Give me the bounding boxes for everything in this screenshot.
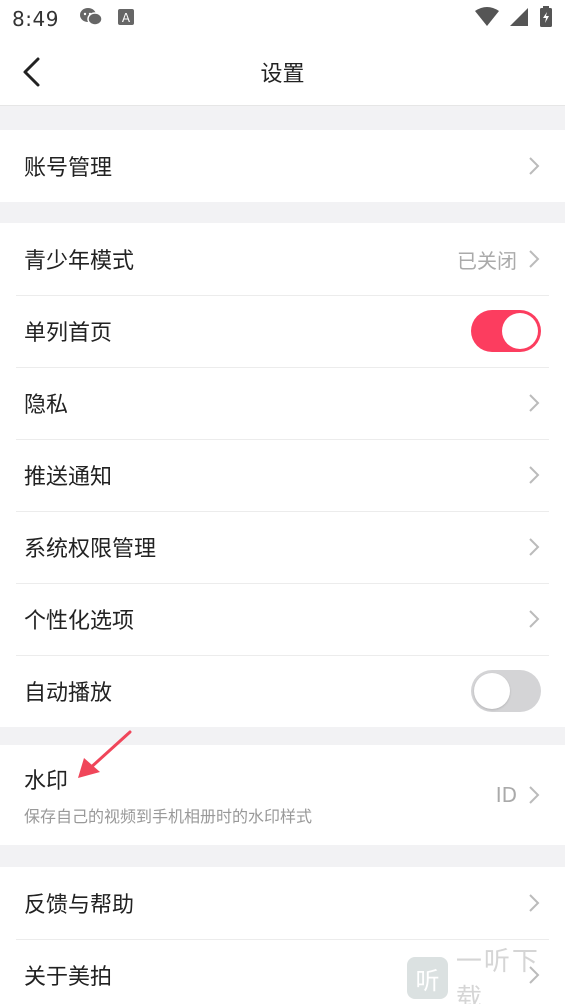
back-button[interactable] bbox=[16, 56, 48, 88]
row-label: 关于美拍 bbox=[24, 965, 113, 990]
row-label: 自动播放 bbox=[24, 681, 113, 706]
autoplay-row: 自动播放 bbox=[0, 655, 565, 727]
watermark-group: 水印 保存自己的视频到手机相册时的水印样式 ID bbox=[0, 745, 565, 845]
autoplay-toggle[interactable] bbox=[471, 670, 541, 712]
page-title: 设置 bbox=[260, 61, 305, 87]
row-label: 推送通知 bbox=[24, 465, 113, 490]
svg-text:A: A bbox=[122, 11, 131, 25]
watermark-text: 一听下载 bbox=[455, 947, 540, 1004]
chevron-right-icon bbox=[529, 466, 540, 484]
row-label: 反馈与帮助 bbox=[24, 893, 135, 918]
single-column-home-row: 单列首页 bbox=[0, 295, 565, 367]
personalization-row[interactable]: 个性化选项 bbox=[0, 583, 565, 655]
chevron-right-icon bbox=[529, 894, 540, 912]
watermark-row[interactable]: 水印 保存自己的视频到手机相册时的水印样式 ID bbox=[0, 745, 565, 845]
watermark-style-value: ID bbox=[495, 783, 517, 807]
status-icons-left: A bbox=[79, 7, 135, 31]
chevron-right-icon bbox=[529, 157, 540, 175]
chevron-right-icon bbox=[529, 610, 540, 628]
account-management-row[interactable]: 账号管理 bbox=[0, 130, 565, 202]
watermark-logo: 听 bbox=[407, 957, 448, 999]
chevron-right-icon bbox=[529, 394, 540, 412]
chevron-right-icon bbox=[529, 786, 540, 804]
cell-signal-icon bbox=[509, 7, 529, 31]
wechat-icon bbox=[79, 7, 103, 31]
teen-mode-status: 已关闭 bbox=[457, 248, 517, 273]
row-label: 隐私 bbox=[24, 393, 69, 418]
toggle-knob bbox=[502, 313, 538, 349]
teen-mode-row[interactable]: 青少年模式 已关闭 bbox=[0, 223, 565, 295]
chevron-right-icon bbox=[529, 538, 540, 556]
feedback-help-row[interactable]: 反馈与帮助 bbox=[0, 867, 565, 939]
watermark-description: 保存自己的视频到手机相册时的水印样式 bbox=[24, 807, 313, 826]
system-permissions-row[interactable]: 系统权限管理 bbox=[0, 511, 565, 583]
app-a-icon: A bbox=[117, 8, 135, 30]
wifi-icon bbox=[475, 7, 499, 31]
row-label: 个性化选项 bbox=[24, 609, 135, 634]
nav-bar: 设置 bbox=[0, 38, 565, 106]
status-time: 8:49 bbox=[12, 7, 59, 31]
single-column-toggle[interactable] bbox=[471, 310, 541, 352]
site-watermark: 听 一听下载 bbox=[403, 947, 565, 1004]
status-icons-right bbox=[475, 6, 553, 32]
chevron-left-icon bbox=[23, 57, 40, 87]
privacy-row[interactable]: 隐私 bbox=[0, 367, 565, 439]
row-label: 青少年模式 bbox=[24, 249, 135, 274]
row-label: 水印 bbox=[24, 769, 69, 794]
account-group: 账号管理 bbox=[0, 130, 565, 202]
battery-icon bbox=[539, 6, 553, 32]
toggle-knob bbox=[474, 673, 510, 709]
chevron-right-icon bbox=[529, 250, 540, 268]
main-settings-group: 青少年模式 已关闭 单列首页 隐私 推送通知 系统权限管理 个性化选项 自动播放 bbox=[0, 223, 565, 727]
push-notifications-row[interactable]: 推送通知 bbox=[0, 439, 565, 511]
status-bar: 8:49 A bbox=[0, 0, 565, 38]
row-label: 系统权限管理 bbox=[24, 537, 157, 562]
row-label: 单列首页 bbox=[24, 321, 113, 346]
row-label: 账号管理 bbox=[24, 156, 113, 181]
